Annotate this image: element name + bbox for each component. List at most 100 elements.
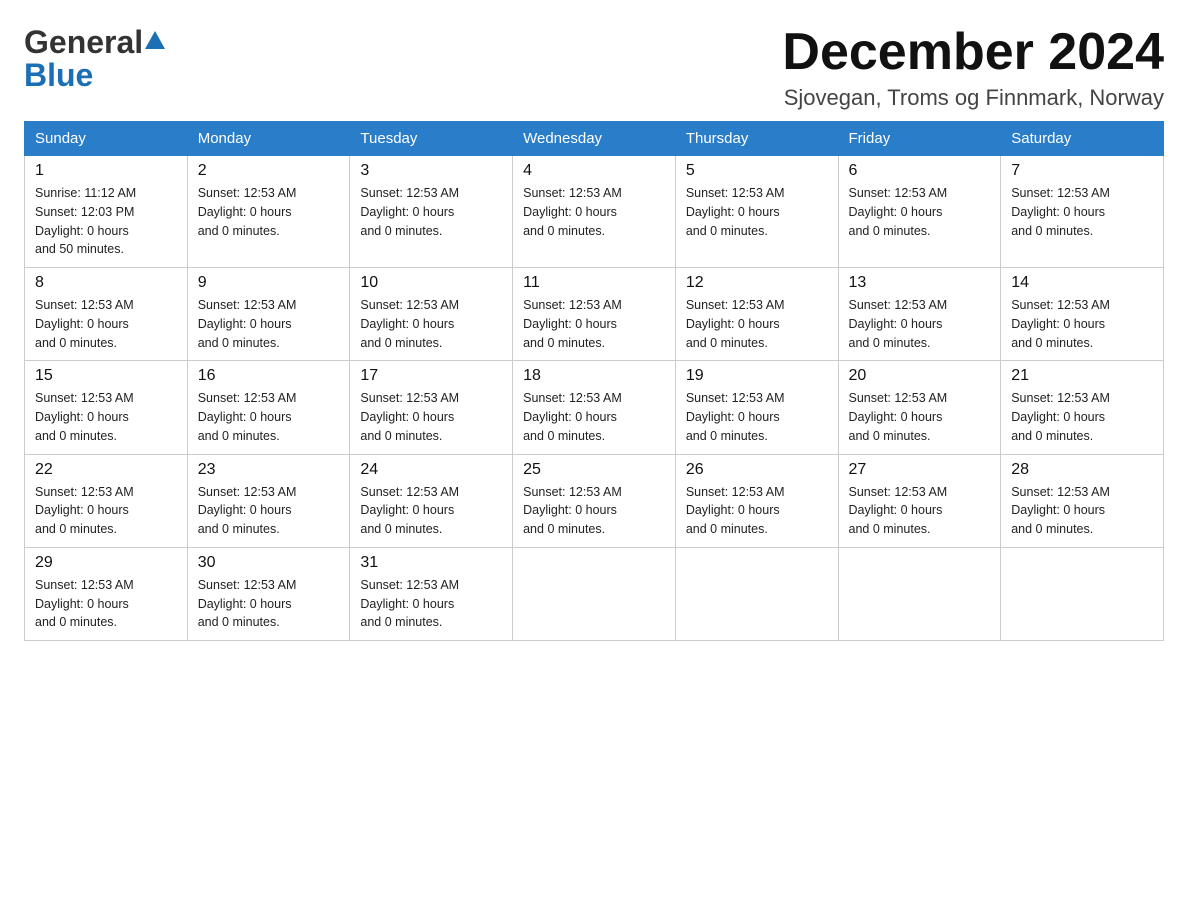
day-info: Sunset: 12:53 AMDaylight: 0 hoursand 0 m… xyxy=(523,184,665,240)
calendar-cell: 28Sunset: 12:53 AMDaylight: 0 hoursand 0… xyxy=(1001,454,1164,547)
title-area: December 2024 Sjovegan, Troms og Finnmar… xyxy=(782,24,1164,111)
day-number: 25 xyxy=(523,461,665,479)
calendar-header-row: SundayMondayTuesdayWednesdayThursdayFrid… xyxy=(25,122,1164,156)
day-info: Sunset: 12:53 AMDaylight: 0 hoursand 0 m… xyxy=(35,576,177,632)
page-header: General Blue December 2024 Sjovegan, Tro… xyxy=(24,24,1164,111)
calendar-cell: 20 Sunset: 12:53 AMDaylight: 0 hoursand 0… xyxy=(838,361,1001,454)
day-number: 11 xyxy=(523,274,665,292)
day-info: Sunset: 12:53 AMDaylight: 0 hoursand 0 m… xyxy=(35,296,177,352)
location-subtitle: Sjovegan, Troms og Finnmark, Norway xyxy=(782,85,1164,111)
calendar-cell xyxy=(838,547,1001,640)
calendar-cell: 29 Sunset: 12:53 AMDaylight: 0 hoursand 0… xyxy=(25,547,188,640)
calendar-week-row: 22 Sunset: 12:53 AMDaylight: 0 hoursand 0… xyxy=(25,454,1164,547)
day-number: 6 xyxy=(849,162,991,180)
logo-general-text: General xyxy=(24,24,143,61)
day-info: Sunset: 12:53 AMDaylight: 0 hoursand 0 m… xyxy=(523,389,665,445)
calendar-header-saturday: Saturday xyxy=(1001,122,1164,156)
calendar-cell: 18 Sunset: 12:53 AMDaylight: 0 hoursand 0… xyxy=(513,361,676,454)
calendar-cell: 17 Sunset: 12:53 AMDaylight: 0 hoursand 0… xyxy=(350,361,513,454)
calendar-cell: 30Sunset: 12:53 AMDaylight: 0 hoursand 0… xyxy=(187,547,350,640)
calendar-header-sunday: Sunday xyxy=(25,122,188,156)
day-number: 9 xyxy=(198,274,340,292)
calendar-week-row: 15Sunset: 12:53 AMDaylight: 0 hoursand 0… xyxy=(25,361,1164,454)
calendar-cell: 23 Sunset: 12:53 AMDaylight: 0 hoursand 0… xyxy=(187,454,350,547)
calendar-cell: 14Sunset: 12:53 AMDaylight: 0 hoursand 0… xyxy=(1001,268,1164,361)
calendar-cell: 6 Sunset: 12:53 AMDaylight: 0 hoursand 0 … xyxy=(838,156,1001,268)
day-info: Sunset: 12:53 AMDaylight: 0 hoursand 0 m… xyxy=(360,576,502,632)
day-number: 1 xyxy=(35,162,177,180)
day-info: Sunset: 12:53 AMDaylight: 0 hoursand 0 m… xyxy=(360,184,502,240)
month-year-title: December 2024 xyxy=(782,24,1164,81)
day-number: 4 xyxy=(523,162,665,180)
calendar-header-friday: Friday xyxy=(838,122,1001,156)
calendar-cell: 13Sunset: 12:53 AMDaylight: 0 hoursand 0… xyxy=(838,268,1001,361)
calendar-cell: 12Sunset: 12:53 AMDaylight: 0 hoursand 0… xyxy=(675,268,838,361)
day-number: 19 xyxy=(686,367,828,385)
calendar-cell: 2 Sunset: 12:53 AMDaylight: 0 hoursand 0 … xyxy=(187,156,350,268)
calendar-cell xyxy=(1001,547,1164,640)
day-info: Sunset: 12:53 AMDaylight: 0 hoursand 0 m… xyxy=(360,483,502,539)
day-number: 22 xyxy=(35,461,177,479)
day-info: Sunset: 12:53 AMDaylight: 0 hoursand 0 m… xyxy=(1011,389,1153,445)
calendar-cell: 1Sunrise: 11:12 AMSunset: 12:03 PMDaylig… xyxy=(25,156,188,268)
calendar-cell: 11 Sunset: 12:53 AMDaylight: 0 hoursand 0… xyxy=(513,268,676,361)
calendar-cell: 26Sunset: 12:53 AMDaylight: 0 hoursand 0… xyxy=(675,454,838,547)
calendar-cell: 27 Sunset: 12:53 AMDaylight: 0 hoursand 0… xyxy=(838,454,1001,547)
logo-area: General Blue xyxy=(24,24,165,94)
day-number: 18 xyxy=(523,367,665,385)
day-info: Sunset: 12:53 AMDaylight: 0 hoursand 0 m… xyxy=(523,296,665,352)
day-info: Sunset: 12:53 AMDaylight: 0 hoursand 0 m… xyxy=(1011,296,1153,352)
day-info: Sunset: 12:53 AMDaylight: 0 hoursand 0 m… xyxy=(198,184,340,240)
calendar-cell: 21 Sunset: 12:53 AMDaylight: 0 hoursand 0… xyxy=(1001,361,1164,454)
day-info: Sunset: 12:53 AMDaylight: 0 hoursand 0 m… xyxy=(849,389,991,445)
day-number: 30 xyxy=(198,554,340,572)
calendar-cell: 4 Sunset: 12:53 AMDaylight: 0 hoursand 0 … xyxy=(513,156,676,268)
calendar-cell: 24 Sunset: 12:53 AMDaylight: 0 hoursand 0… xyxy=(350,454,513,547)
calendar-cell: 22 Sunset: 12:53 AMDaylight: 0 hoursand 0… xyxy=(25,454,188,547)
day-number: 27 xyxy=(849,461,991,479)
day-info: Sunset: 12:53 AMDaylight: 0 hoursand 0 m… xyxy=(198,296,340,352)
day-info: Sunset: 12:53 AMDaylight: 0 hoursand 0 m… xyxy=(849,296,991,352)
calendar-header-thursday: Thursday xyxy=(675,122,838,156)
day-info: Sunset: 12:53 AMDaylight: 0 hoursand 0 m… xyxy=(686,389,828,445)
day-number: 21 xyxy=(1011,367,1153,385)
calendar-cell xyxy=(675,547,838,640)
day-number: 3 xyxy=(360,162,502,180)
calendar-week-row: 1Sunrise: 11:12 AMSunset: 12:03 PMDaylig… xyxy=(25,156,1164,268)
day-number: 28 xyxy=(1011,461,1153,479)
logo-triangle-icon xyxy=(145,29,165,56)
day-number: 2 xyxy=(198,162,340,180)
calendar-header-wednesday: Wednesday xyxy=(513,122,676,156)
calendar-cell: 31 Sunset: 12:53 AMDaylight: 0 hoursand 0… xyxy=(350,547,513,640)
logo: General xyxy=(24,24,165,61)
day-info: Sunset: 12:53 AMDaylight: 0 hoursand 0 m… xyxy=(686,483,828,539)
day-number: 10 xyxy=(360,274,502,292)
day-info: Sunset: 12:53 AMDaylight: 0 hoursand 0 m… xyxy=(360,389,502,445)
day-number: 31 xyxy=(360,554,502,572)
calendar-week-row: 29 Sunset: 12:53 AMDaylight: 0 hoursand 0… xyxy=(25,547,1164,640)
day-info: Sunset: 12:53 AMDaylight: 0 hoursand 0 m… xyxy=(35,483,177,539)
day-number: 17 xyxy=(360,367,502,385)
day-info: Sunset: 12:53 AMDaylight: 0 hoursand 0 m… xyxy=(686,296,828,352)
logo-blue-text: Blue xyxy=(24,57,93,94)
calendar-header-tuesday: Tuesday xyxy=(350,122,513,156)
day-number: 23 xyxy=(198,461,340,479)
day-info: Sunset: 12:53 AMDaylight: 0 hoursand 0 m… xyxy=(360,296,502,352)
calendar-cell xyxy=(513,547,676,640)
day-info: Sunset: 12:53 AMDaylight: 0 hoursand 0 m… xyxy=(849,483,991,539)
calendar-cell: 9 Sunset: 12:53 AMDaylight: 0 hoursand 0 … xyxy=(187,268,350,361)
day-info: Sunset: 12:53 AMDaylight: 0 hoursand 0 m… xyxy=(1011,184,1153,240)
calendar-cell: 8Sunset: 12:53 AMDaylight: 0 hoursand 0 … xyxy=(25,268,188,361)
day-info: Sunset: 12:53 AMDaylight: 0 hoursand 0 m… xyxy=(198,483,340,539)
day-number: 29 xyxy=(35,554,177,572)
day-number: 20 xyxy=(849,367,991,385)
day-info: Sunset: 12:53 AMDaylight: 0 hoursand 0 m… xyxy=(35,389,177,445)
day-number: 5 xyxy=(686,162,828,180)
day-info: Sunset: 12:53 AMDaylight: 0 hoursand 0 m… xyxy=(198,389,340,445)
calendar-cell: 25 Sunset: 12:53 AMDaylight: 0 hoursand 0… xyxy=(513,454,676,547)
day-info: Sunset: 12:53 AMDaylight: 0 hoursand 0 m… xyxy=(523,483,665,539)
calendar-cell: 10 Sunset: 12:53 AMDaylight: 0 hoursand 0… xyxy=(350,268,513,361)
day-info: Sunset: 12:53 AMDaylight: 0 hoursand 0 m… xyxy=(849,184,991,240)
day-number: 24 xyxy=(360,461,502,479)
calendar-week-row: 8Sunset: 12:53 AMDaylight: 0 hoursand 0 … xyxy=(25,268,1164,361)
